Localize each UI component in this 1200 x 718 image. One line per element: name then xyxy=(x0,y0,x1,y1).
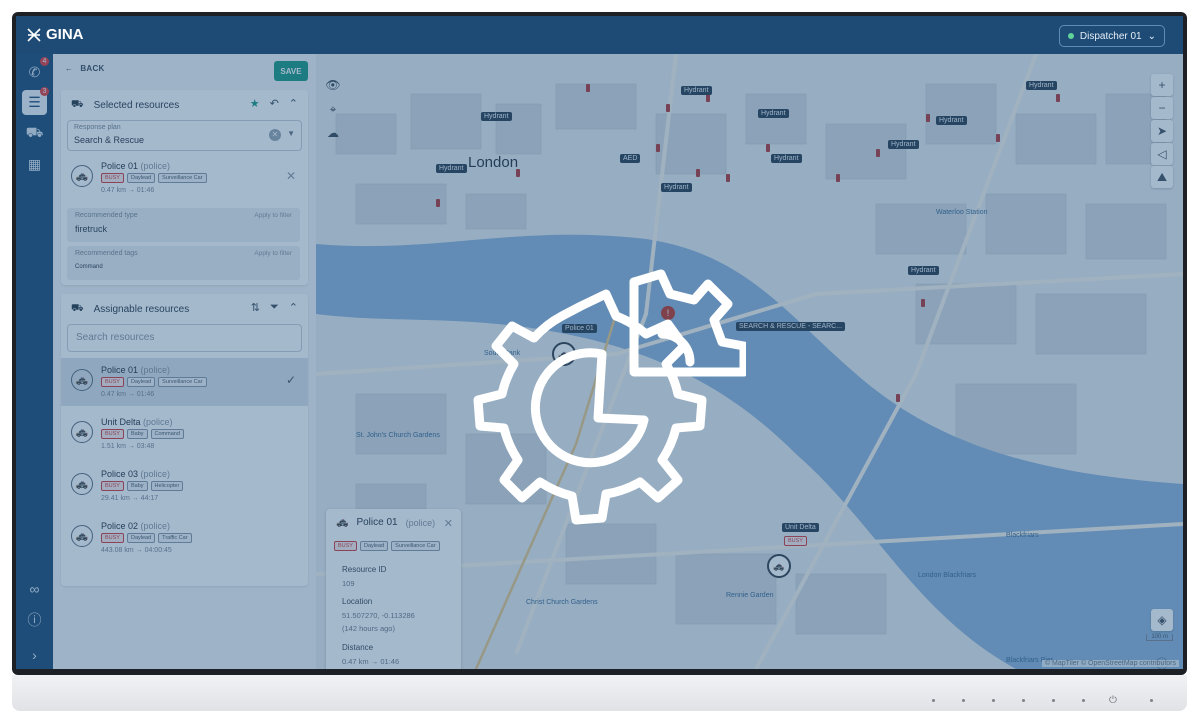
app-logo: GINA xyxy=(26,26,84,43)
app-screen: GINA Dispatcher 01 ⌄ ✆ 4 ☰ 3 ⛟ ▦ ∞ ⓘ › ←… xyxy=(16,16,1183,669)
top-bar: GINA Dispatcher 01 ⌄ xyxy=(16,16,1183,54)
monitor-stand: ⏻ xyxy=(12,675,1187,711)
monitor-button[interactable] xyxy=(1150,699,1153,702)
monitor-button[interactable] xyxy=(962,699,965,702)
status-dot-icon xyxy=(1067,33,1074,39)
monitor-button[interactable] xyxy=(932,699,935,702)
monitor-button[interactable] xyxy=(992,699,995,702)
app-name: GINA xyxy=(46,26,84,43)
monitor-button[interactable] xyxy=(1052,699,1055,702)
dispatcher-selector[interactable]: Dispatcher 01 ⌄ xyxy=(1058,25,1165,47)
gina-logo-icon xyxy=(27,27,41,42)
chevron-down-icon: ⌄ xyxy=(1147,30,1156,42)
power-icon[interactable]: ⏻ xyxy=(1109,695,1117,706)
settings-overlay xyxy=(16,54,1183,669)
monitor-button[interactable] xyxy=(1022,699,1025,702)
gear-settings-icon xyxy=(473,269,746,525)
dispatcher-label: Dispatcher 01 xyxy=(1079,30,1142,42)
monitor-button[interactable] xyxy=(1082,699,1085,702)
